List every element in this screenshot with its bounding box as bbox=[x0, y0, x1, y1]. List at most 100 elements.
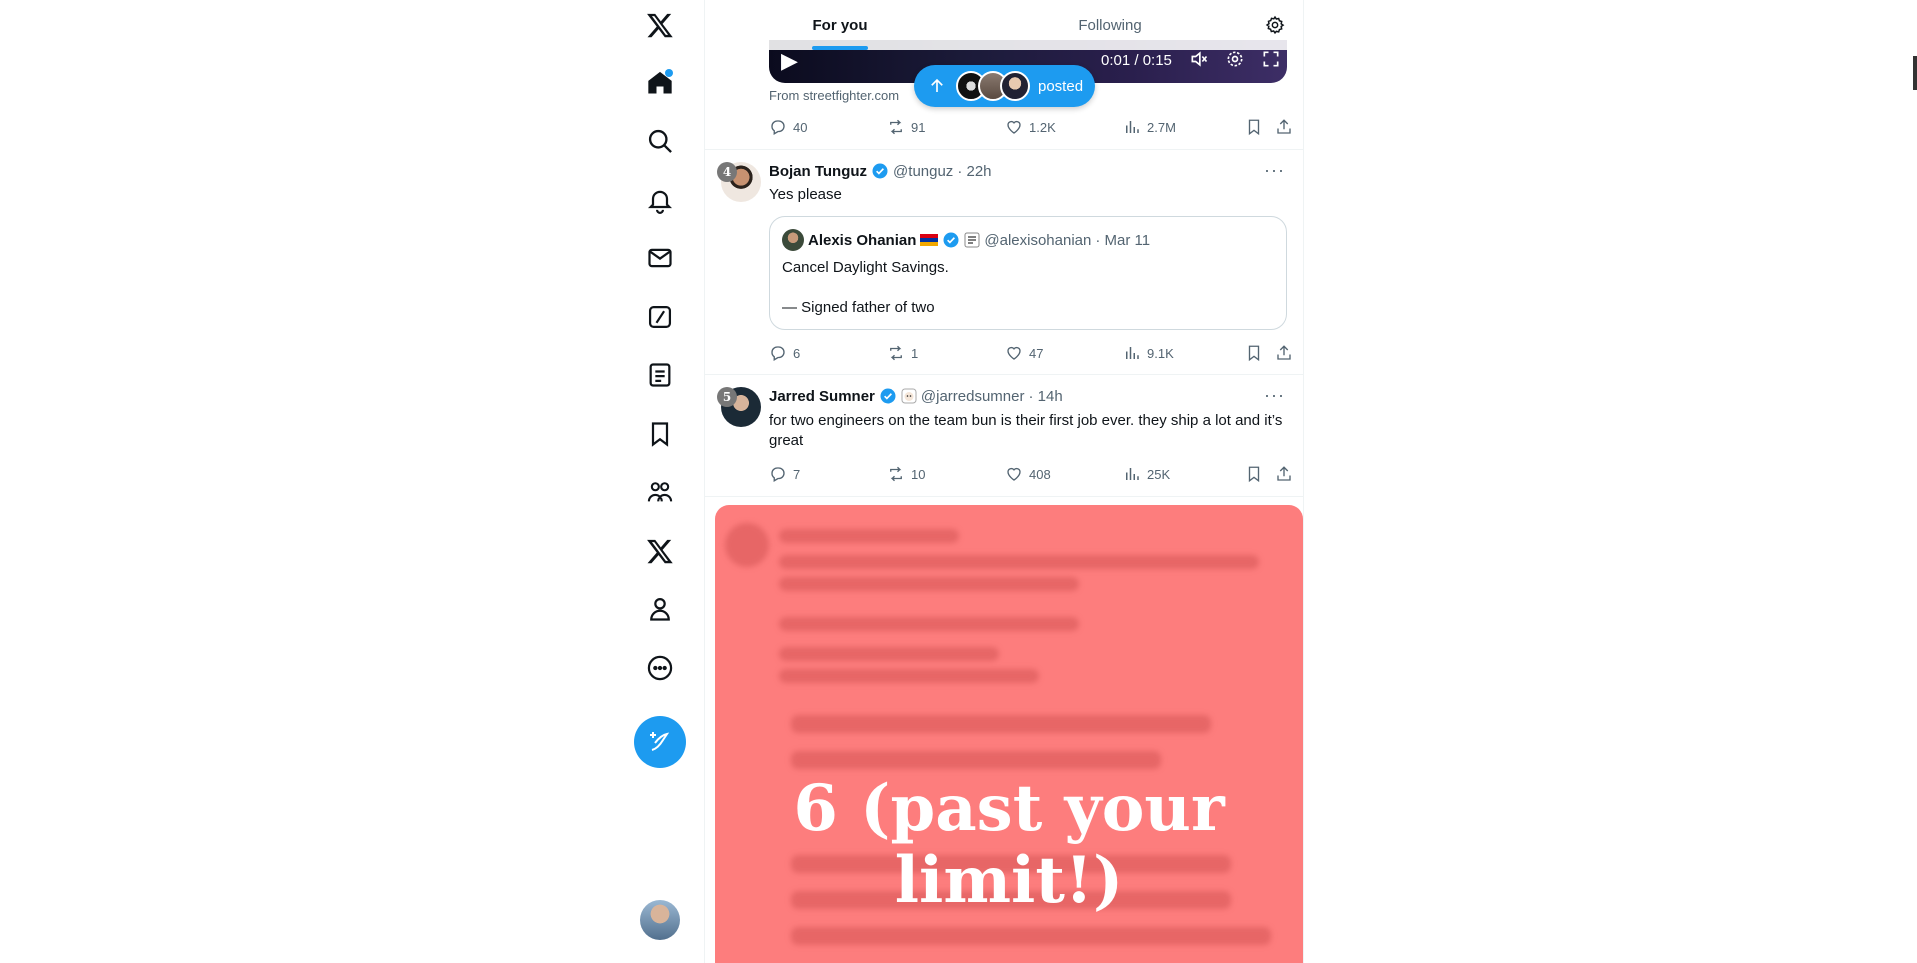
reply-count: 40 bbox=[793, 119, 808, 135]
lists-icon[interactable] bbox=[639, 354, 681, 396]
limit-message-line: 6 (past your bbox=[793, 771, 1225, 846]
scrollbar-thumb[interactable] bbox=[1913, 56, 1917, 90]
views-chart-icon bbox=[1126, 121, 1139, 133]
limit-message: 6 (past your limit!) bbox=[715, 773, 1303, 917]
like-count: 408 bbox=[1029, 466, 1051, 482]
post-time[interactable]: · 22h bbox=[957, 163, 991, 180]
blurred-content bbox=[779, 617, 1079, 631]
profile-icon[interactable] bbox=[639, 588, 681, 630]
notifications-bell-icon[interactable] bbox=[639, 179, 681, 221]
share-button[interactable] bbox=[1275, 118, 1293, 136]
blurred-content bbox=[791, 715, 1211, 733]
quote-text-line: — Signed father of two bbox=[782, 299, 935, 316]
tweet-actions: 6 1 47 9.1K bbox=[769, 343, 1291, 363]
repost-icon bbox=[890, 466, 902, 482]
quote-author-name: Alexis Ohanian bbox=[808, 231, 917, 249]
bookmark-button[interactable] bbox=[1245, 344, 1263, 362]
like-button[interactable]: 408 bbox=[1005, 465, 1051, 483]
notification-dot bbox=[665, 69, 673, 77]
views-chart-icon bbox=[1126, 468, 1139, 480]
more-options-icon[interactable]: ··· bbox=[1264, 160, 1285, 181]
post-time[interactable]: · 14h bbox=[1028, 388, 1062, 405]
communities-icon[interactable] bbox=[639, 471, 681, 513]
timeline-settings-gear-icon[interactable] bbox=[1245, 0, 1303, 50]
author-handle[interactable]: @jarredsumner bbox=[921, 388, 1025, 405]
reply-button[interactable]: 7 bbox=[769, 465, 800, 483]
quoted-tweet[interactable]: Alexis Ohanian @alexisohanian · Mar 11 C… bbox=[769, 216, 1287, 330]
blurred-avatar bbox=[725, 523, 769, 567]
repost-button[interactable]: 91 bbox=[887, 118, 925, 136]
repost-button[interactable]: 10 bbox=[887, 465, 925, 483]
avatar bbox=[782, 229, 804, 251]
blurred-content bbox=[779, 669, 1039, 683]
limit-message-line: limit!) bbox=[894, 843, 1124, 918]
quote-author-handle: @alexisohanian bbox=[984, 231, 1092, 249]
verified-badge-icon bbox=[880, 388, 896, 404]
author-handle[interactable]: @tunguz bbox=[893, 163, 953, 180]
reply-count: 7 bbox=[793, 466, 801, 482]
views-button[interactable]: 25K bbox=[1123, 465, 1170, 483]
armenia-flag-icon bbox=[920, 234, 939, 246]
verified-badge-icon bbox=[872, 163, 888, 179]
reply-icon bbox=[771, 467, 785, 482]
posted-avatars bbox=[956, 71, 1030, 101]
tweet-header: Bojan Tunguz @tunguz · 22h bbox=[769, 162, 992, 180]
search-icon[interactable] bbox=[639, 120, 681, 162]
bookmark-icon bbox=[1248, 466, 1260, 483]
view-count: 9.1K bbox=[1147, 345, 1174, 361]
timeline-tabs: For you Following bbox=[705, 0, 1303, 50]
blurred-content bbox=[791, 927, 1271, 945]
share-icon bbox=[1277, 345, 1291, 360]
heart-icon bbox=[1007, 120, 1021, 134]
tweet-header: Jarred Sumner @jarredsumner · 14h bbox=[769, 387, 1063, 405]
reply-button[interactable]: 6 bbox=[769, 344, 800, 362]
bookmarks-icon[interactable] bbox=[639, 413, 681, 455]
like-button[interactable]: 1.2K bbox=[1005, 118, 1056, 136]
affiliate-badge-icon bbox=[964, 232, 980, 248]
author-name[interactable]: Jarred Sumner bbox=[769, 388, 875, 405]
view-count: 2.7M bbox=[1147, 119, 1176, 135]
views-button[interactable]: 2.7M bbox=[1123, 118, 1176, 136]
repost-count: 10 bbox=[911, 466, 926, 482]
like-count: 1.2K bbox=[1029, 119, 1056, 135]
more-circle-icon[interactable] bbox=[639, 647, 681, 689]
timeline: For you Following ▶ 0:01 / 0:15 posted F… bbox=[704, 0, 1304, 963]
like-count: 47 bbox=[1029, 345, 1044, 361]
more-options-icon[interactable]: ··· bbox=[1264, 385, 1285, 406]
arrow-up-icon bbox=[931, 78, 943, 92]
bookmark-button[interactable] bbox=[1245, 118, 1263, 136]
repost-button[interactable]: 1 bbox=[887, 344, 918, 362]
reply-icon bbox=[771, 346, 785, 361]
quote-header: Alexis Ohanian @alexisohanian · Mar 11 bbox=[782, 229, 1150, 251]
x-logo-icon[interactable] bbox=[639, 4, 681, 46]
active-tab-indicator bbox=[812, 46, 868, 50]
blurred-content bbox=[791, 751, 1161, 769]
account-avatar[interactable] bbox=[640, 900, 680, 940]
tab-following[interactable]: Following bbox=[975, 0, 1245, 50]
tab-for-you-label: For you bbox=[812, 16, 868, 34]
messages-envelope-icon[interactable] bbox=[639, 237, 681, 279]
reply-button[interactable]: 40 bbox=[769, 118, 807, 136]
like-button[interactable]: 47 bbox=[1005, 344, 1043, 362]
tweet-text: Yes please bbox=[769, 186, 842, 203]
share-icon bbox=[1277, 466, 1291, 481]
share-icon bbox=[1277, 119, 1291, 134]
affiliate-badge-icon bbox=[901, 388, 917, 404]
views-button[interactable]: 9.1K bbox=[1123, 344, 1174, 362]
view-count: 25K bbox=[1147, 466, 1171, 482]
share-button[interactable] bbox=[1275, 344, 1293, 362]
new-posts-pill[interactable]: posted bbox=[914, 65, 1095, 107]
left-nav bbox=[620, 0, 700, 963]
rank-badge: 4 bbox=[717, 162, 737, 182]
compose-post-button[interactable] bbox=[634, 716, 686, 768]
home-icon[interactable] bbox=[639, 62, 681, 104]
grok-icon[interactable] bbox=[639, 296, 681, 338]
share-button[interactable] bbox=[1275, 465, 1293, 483]
feed-limit-overlay: 6 (past your limit!) bbox=[715, 505, 1303, 963]
author-name[interactable]: Bojan Tunguz bbox=[769, 163, 867, 180]
premium-x-icon[interactable] bbox=[639, 530, 681, 572]
tweet-actions: 7 10 408 25K bbox=[769, 464, 1291, 484]
tab-for-you[interactable]: For you bbox=[705, 0, 975, 50]
repost-count: 1 bbox=[911, 345, 919, 361]
bookmark-button[interactable] bbox=[1245, 465, 1263, 483]
